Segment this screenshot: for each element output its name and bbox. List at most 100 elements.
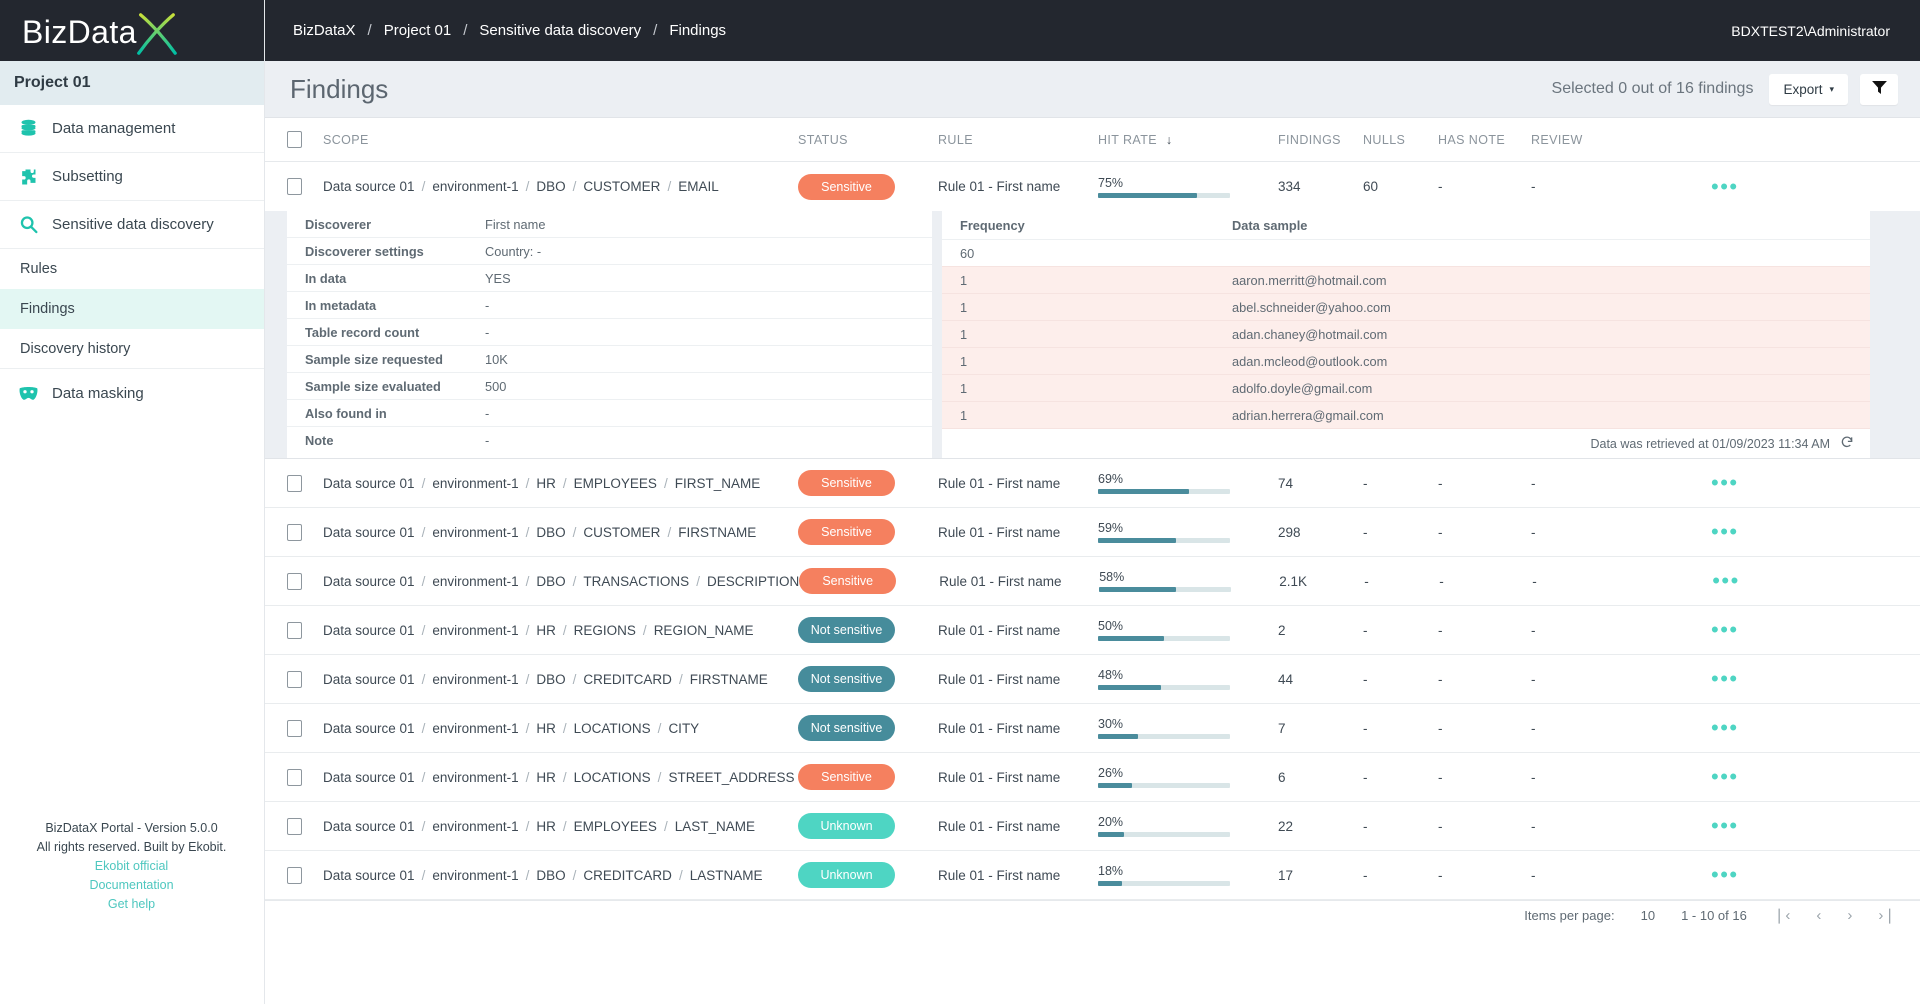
scope-segment: EMPLOYEES — [573, 818, 657, 834]
detail-data-sample: Frequency Data sample 60 1 aaron.merritt@hot… — [942, 211, 1870, 458]
cell-status: Sensitive — [798, 173, 938, 200]
cell-hit-rate: 18% — [1098, 864, 1278, 886]
footer-link-ekobit-official[interactable]: Ekobit official — [0, 857, 263, 876]
ellipsis-icon[interactable]: ••• — [1711, 175, 1739, 197]
scope-separator: / — [562, 769, 567, 785]
scope-segment: DESCRIPTION — [706, 573, 800, 589]
detail-property-row: In metadata - — [287, 292, 932, 319]
table-row: Data source 01 / environment-1 / DBO / TRANSAC… — [265, 557, 1920, 606]
cell-hit-rate: 58% — [1099, 570, 1279, 592]
scope-separator: / — [525, 720, 530, 736]
cell-findings: 298 — [1278, 524, 1301, 540]
cell-hit-rate: 48% — [1098, 668, 1278, 690]
hit-rate-meter: 30% — [1098, 717, 1230, 739]
cell-has-note: - — [1438, 179, 1443, 194]
footer-link-get-help[interactable]: Get help — [0, 895, 263, 914]
items-per-page-value[interactable]: 10 — [1641, 908, 1655, 923]
breadcrumb-item-project-01[interactable]: Project 01 — [384, 22, 452, 39]
scope-segment: CITY — [668, 720, 700, 736]
app-logo[interactable]: BizData — [0, 0, 264, 61]
cell-hit-rate: 69% — [1098, 472, 1278, 494]
ellipsis-icon[interactable]: ••• — [1711, 619, 1739, 641]
ellipsis-icon[interactable]: ••• — [1712, 570, 1740, 592]
row-checkbox[interactable] — [287, 178, 302, 195]
column-header-frequency: Frequency — [960, 217, 1025, 233]
column-header-hit-rate[interactable]: HIT RATE ↓ — [1098, 133, 1278, 147]
scope-segment: CREDITCARD — [583, 671, 672, 687]
row-checkbox[interactable] — [287, 768, 302, 786]
ellipsis-icon[interactable]: ••• — [1711, 717, 1739, 739]
scope-segment: DBO — [536, 573, 566, 589]
scope-path: Data source 01 / environment-1 / HR / LOCATION… — [323, 721, 798, 736]
data-retrieved-footer: Data was retrieved at 01/09/2023 11:34 A… — [942, 429, 1870, 458]
cell-review: - — [1532, 573, 1537, 589]
row-checkbox[interactable] — [287, 866, 302, 884]
ellipsis-icon[interactable]: ••• — [1711, 668, 1739, 690]
cell-nulls: - — [1363, 818, 1368, 834]
detail-property-row: In data YES — [287, 265, 932, 292]
scope-path: Data source 01 / environment-1 / HR / EMPLOYEE… — [323, 819, 798, 834]
row-checkbox[interactable] — [287, 621, 302, 639]
row-checkbox[interactable] — [287, 719, 302, 737]
column-header-review[interactable]: REVIEW — [1531, 133, 1631, 147]
export-button[interactable]: Export ▾ — [1769, 73, 1848, 105]
status-badge: Sensitive — [799, 568, 897, 594]
select-all-checkbox[interactable] — [287, 131, 302, 148]
ellipsis-icon[interactable]: ••• — [1711, 766, 1739, 788]
row-checkbox[interactable] — [287, 817, 302, 835]
last-page-icon[interactable]: ›❘ — [1878, 906, 1896, 924]
footer-rights: All rights reserved. Built by Ekobit. — [36, 840, 227, 854]
prev-page-icon[interactable]: ‹ — [1816, 907, 1821, 924]
current-user-label[interactable]: BDXTEST2\Administrator — [1731, 23, 1890, 39]
breadcrumb-item-findings[interactable]: Findings — [669, 22, 726, 39]
column-header-rule[interactable]: RULE — [938, 133, 1098, 147]
ellipsis-icon[interactable]: ••• — [1711, 815, 1739, 837]
hit-rate-meter: 58% — [1099, 570, 1232, 592]
cell-scope: Data source 01 / environment-1 / HR / LOCATION… — [323, 721, 798, 736]
row-checkbox[interactable] — [287, 572, 302, 590]
breadcrumb-separator: / — [463, 22, 468, 39]
sidebar-item-data-masking[interactable]: Data masking — [0, 369, 264, 417]
next-page-icon[interactable]: › — [1847, 907, 1852, 924]
ellipsis-icon[interactable]: ••• — [1711, 864, 1739, 886]
cell-review: - — [1531, 475, 1536, 491]
logo-wordmark: BizData — [22, 13, 137, 50]
ellipsis-icon[interactable]: ••• — [1711, 472, 1739, 494]
sidebar-item-rules[interactable]: Rules — [0, 249, 264, 289]
cell-scope: Data source 01 / environment-1 / HR / EMPLOYEE… — [323, 476, 798, 491]
hit-rate-fill — [1098, 783, 1133, 788]
row-checkbox[interactable] — [287, 474, 302, 492]
scope-separator: / — [421, 818, 426, 834]
column-header-nulls[interactable]: NULLS — [1363, 133, 1438, 147]
scope-segment: CUSTOMER — [583, 524, 661, 540]
refresh-icon[interactable] — [1840, 435, 1854, 452]
column-header-findings[interactable]: FINDINGS — [1278, 133, 1363, 147]
sidebar-item-subsetting[interactable]: Subsetting — [0, 153, 264, 201]
sidebar-item-findings[interactable]: Findings — [0, 289, 264, 329]
puzzle-icon — [18, 167, 52, 187]
sidebar-item-sensitive-data-discovery[interactable]: Sensitive data discovery — [0, 201, 264, 249]
row-checkbox[interactable] — [287, 670, 302, 688]
table-row: Data source 01 / environment-1 / HR / REGIONS /… — [265, 606, 1920, 655]
scope-separator: / — [572, 573, 577, 589]
column-header-scope[interactable]: SCOPE — [323, 133, 798, 147]
page-title: Findings — [290, 73, 389, 104]
ellipsis-icon[interactable]: ••• — [1711, 521, 1739, 543]
detail-property-value: - — [485, 324, 490, 340]
footer-link-documentation[interactable]: Documentation — [0, 876, 263, 895]
cell-review: - — [1531, 769, 1536, 785]
sidebar-item-discovery-history[interactable]: Discovery history — [0, 329, 264, 369]
column-header-has-note[interactable]: HAS NOTE — [1438, 133, 1531, 147]
first-page-icon[interactable]: ❘‹ — [1773, 906, 1791, 924]
breadcrumb-item-sensitive-data-discovery[interactable]: Sensitive data discovery — [479, 22, 641, 39]
row-checkbox[interactable] — [287, 523, 302, 541]
column-header-status[interactable]: STATUS — [798, 133, 938, 147]
sidebar-item-label: Data masking — [52, 384, 144, 402]
filter-button[interactable] — [1860, 73, 1898, 105]
sidebar-item-data-management[interactable]: Data management — [0, 105, 264, 153]
breadcrumb-item-bizdatax[interactable]: BizDataX — [293, 22, 356, 39]
app-root: BizData Project 01 Data management Subse… — [0, 0, 1920, 1004]
sidebar-subitem-label: Discovery history — [20, 340, 131, 357]
sample-value: adan.chaney@hotmail.com — [1232, 326, 1388, 342]
page-range-label: 1 - 10 of 16 — [1681, 907, 1747, 923]
